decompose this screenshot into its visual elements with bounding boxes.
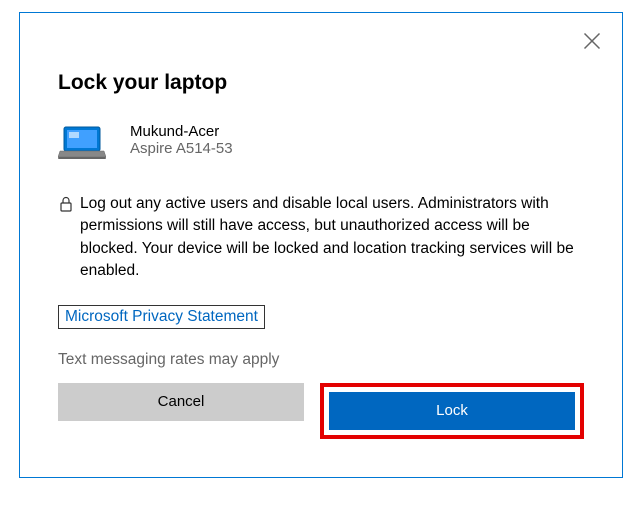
laptop-icon xyxy=(58,125,106,161)
device-name: Mukund-Acer xyxy=(130,123,233,140)
lock-icon xyxy=(58,196,74,212)
device-row: Mukund-Acer Aspire A514-53 xyxy=(58,123,584,161)
cancel-button[interactable]: Cancel xyxy=(58,383,304,421)
privacy-statement-link[interactable]: Microsoft Privacy Statement xyxy=(58,305,265,329)
button-row: Cancel Lock xyxy=(58,383,584,439)
device-model: Aspire A514-53 xyxy=(130,140,233,157)
lock-laptop-dialog: Lock your laptop Mukund-Acer Aspire A514… xyxy=(19,12,623,478)
dialog-content: Lock your laptop Mukund-Acer Aspire A514… xyxy=(20,13,622,477)
lock-button-highlight: Lock xyxy=(320,383,584,439)
lock-button[interactable]: Lock xyxy=(329,392,575,430)
dialog-title: Lock your laptop xyxy=(58,71,584,95)
close-icon xyxy=(582,31,602,51)
rates-note: Text messaging rates may apply xyxy=(58,351,584,369)
description-row: Log out any active users and disable loc… xyxy=(58,193,584,283)
description-text: Log out any active users and disable loc… xyxy=(80,193,584,283)
close-button[interactable] xyxy=(582,31,602,51)
device-info: Mukund-Acer Aspire A514-53 xyxy=(130,123,233,157)
